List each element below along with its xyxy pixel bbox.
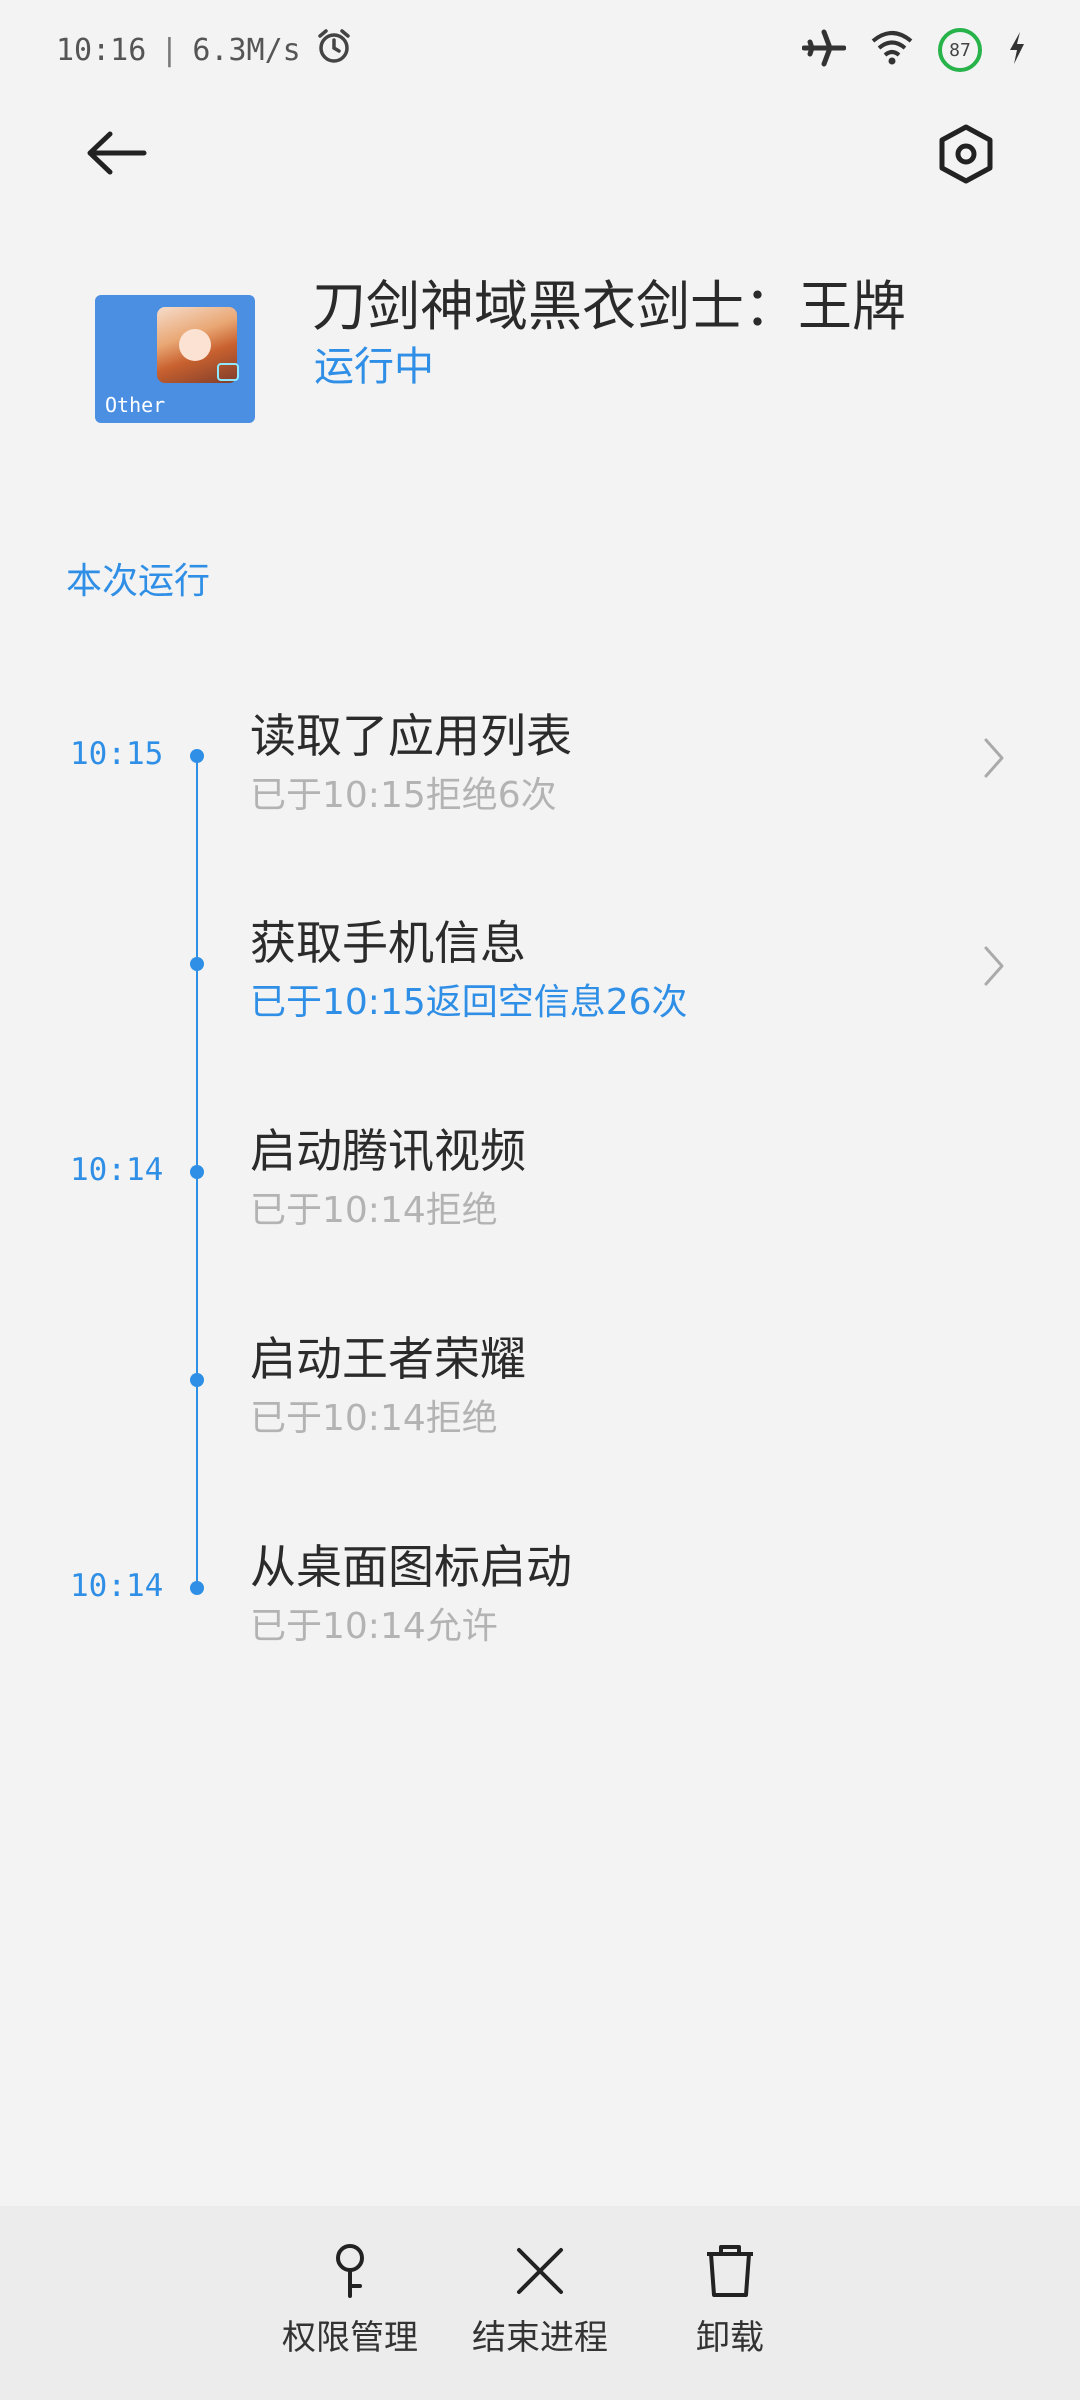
- app-running-status: 运行中: [314, 344, 434, 390]
- status-bar-left: 10:16 | 6.3M/s: [56, 24, 353, 76]
- wifi-icon: [870, 29, 914, 71]
- app-name: 刀剑神域黑衣剑士：王牌: [312, 275, 906, 338]
- event-item[interactable]: 从桌面图标启动 已于10:14允许: [250, 1531, 572, 1649]
- event-title: 启动腾讯视频: [250, 1124, 526, 1178]
- event-time: 10:15: [70, 736, 164, 772]
- game-badge-icon: [217, 363, 239, 381]
- status-bar-right: 87: [801, 24, 1028, 76]
- timeline-dot: [190, 957, 204, 971]
- charging-icon: [1006, 30, 1028, 70]
- chevron-right-icon[interactable]: [974, 936, 1014, 996]
- bottom-toolbar: 权限管理 结束进程 卸载: [0, 2206, 1080, 2400]
- event-time: 10:14: [70, 1568, 164, 1604]
- network-speed: 6.3M/s: [192, 32, 301, 68]
- airplane-icon: [801, 28, 847, 72]
- event-detail: 已于10:14拒绝: [250, 1190, 498, 1231]
- timeline-dot: [190, 1165, 204, 1179]
- event-item[interactable]: 启动王者荣耀 已于10:14拒绝: [250, 1323, 526, 1441]
- permissions-button[interactable]: 权限管理: [270, 2242, 430, 2359]
- status-time: 10:16: [56, 32, 147, 68]
- app-icon: Other: [95, 295, 255, 423]
- close-icon: [511, 2242, 569, 2304]
- event-title: 读取了应用列表: [250, 709, 572, 763]
- event-item[interactable]: 读取了应用列表 已于10:15拒绝6次: [250, 700, 572, 818]
- uninstall-label: 卸载: [696, 2318, 764, 2358]
- end-process-button[interactable]: 结束进程: [460, 2242, 620, 2359]
- event-item[interactable]: 获取手机信息 已于10:15返回空信息26次: [250, 907, 688, 1025]
- timeline-dot: [190, 1373, 204, 1387]
- timeline-dot: [190, 749, 204, 763]
- event-detail: 已于10:15拒绝6次: [250, 775, 557, 816]
- status-separator: |: [160, 32, 179, 68]
- app-icon-tag: Other: [105, 393, 166, 417]
- event-title: 从桌面图标启动: [250, 1540, 572, 1594]
- section-title: 本次运行: [66, 561, 211, 602]
- end-process-label: 结束进程: [472, 2318, 608, 2358]
- trash-icon: [701, 2242, 759, 2304]
- back-button[interactable]: [76, 120, 156, 190]
- settings-hex-icon: [938, 124, 994, 188]
- event-detail: 已于10:15返回空信息26次: [250, 982, 688, 1023]
- key-icon: [326, 2242, 374, 2304]
- event-title: 获取手机信息: [250, 916, 526, 970]
- back-arrow-icon: [84, 130, 148, 180]
- event-detail: 已于10:14拒绝: [250, 1398, 498, 1439]
- alarm-icon: [315, 27, 353, 73]
- event-detail: 已于10:14允许: [250, 1606, 498, 1647]
- chevron-right-icon[interactable]: [974, 728, 1014, 788]
- timeline-dot: [190, 1581, 204, 1595]
- uninstall-button[interactable]: 卸载: [650, 2242, 810, 2359]
- event-title: 启动王者荣耀: [250, 1332, 526, 1386]
- battery-indicator: 87: [938, 28, 982, 72]
- event-time: 10:14: [70, 1152, 164, 1188]
- event-item[interactable]: 启动腾讯视频 已于10:14拒绝: [250, 1115, 526, 1233]
- permissions-label: 权限管理: [282, 2318, 418, 2358]
- settings-button[interactable]: [926, 118, 1006, 194]
